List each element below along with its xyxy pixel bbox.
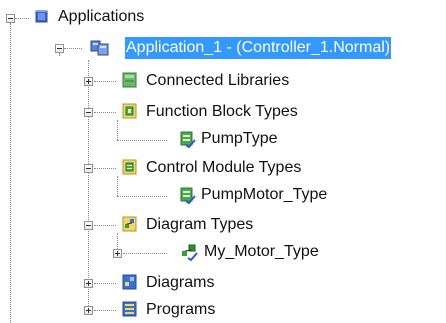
project-tree: Applications Application_1 - (Controller…: [0, 0, 446, 323]
diagrams-icon: [122, 274, 137, 290]
collapse-diagram-types-button[interactable]: [84, 221, 93, 230]
expand-programs-button[interactable]: [84, 306, 93, 315]
tree-node-label: Applications: [58, 8, 145, 25]
tree-connector: [94, 225, 116, 226]
expand-my-motor-type-button[interactable]: [113, 249, 122, 258]
function-block-type-icon: [180, 131, 196, 148]
tree-connector: [10, 23, 11, 323]
tree-connector: [94, 81, 116, 82]
control-module-type-icon: [180, 187, 196, 204]
collapse-control-module-types-button[interactable]: [84, 164, 93, 173]
tree-connector: [64, 48, 82, 49]
tree-node-label: Control Module Types: [146, 159, 302, 176]
tree-connector: [88, 60, 89, 308]
diagram-type-icon: [182, 244, 198, 261]
tree-node-label: Application_1 - (Controller_1.Normal): [125, 37, 392, 59]
application-icon: [90, 40, 109, 56]
tree-node-label: Programs: [146, 301, 216, 318]
tree-connector: [94, 168, 116, 169]
tree-connector: [117, 120, 118, 140]
tree-node-label: Connected Libraries: [146, 72, 290, 89]
expand-diagrams-button[interactable]: [84, 279, 93, 288]
connected-libraries-icon: [122, 72, 137, 88]
tree-node-label: Diagrams: [146, 274, 215, 291]
expand-connected-libraries-button[interactable]: [84, 77, 93, 86]
tree-connector: [123, 253, 167, 254]
tree-connector: [94, 310, 116, 311]
tree-connector: [117, 176, 118, 196]
tree-node-label: Diagram Types: [146, 216, 254, 233]
tree-connector: [94, 283, 116, 284]
applications-icon: [35, 10, 48, 23]
tree-node-label: Function Block Types: [146, 103, 298, 120]
tree-connector: [117, 140, 167, 141]
programs-icon: [122, 301, 137, 317]
tree-node-label: PumpMotor_Type: [201, 186, 328, 203]
control-module-types-icon: [122, 159, 137, 175]
tree-connector: [59, 53, 60, 55]
diagram-types-icon: [122, 216, 137, 232]
tree-connector: [15, 18, 29, 19]
tree-connector: [117, 196, 167, 197]
tree-connector: [94, 112, 116, 113]
collapse-root-button[interactable]: [6, 14, 15, 23]
collapse-function-block-types-button[interactable]: [84, 108, 93, 117]
tree-node-label: My_Motor_Type: [204, 243, 319, 260]
tree-node-label: PumpType: [201, 130, 278, 147]
function-block-types-icon: [122, 103, 137, 119]
collapse-application-button[interactable]: [55, 44, 64, 53]
